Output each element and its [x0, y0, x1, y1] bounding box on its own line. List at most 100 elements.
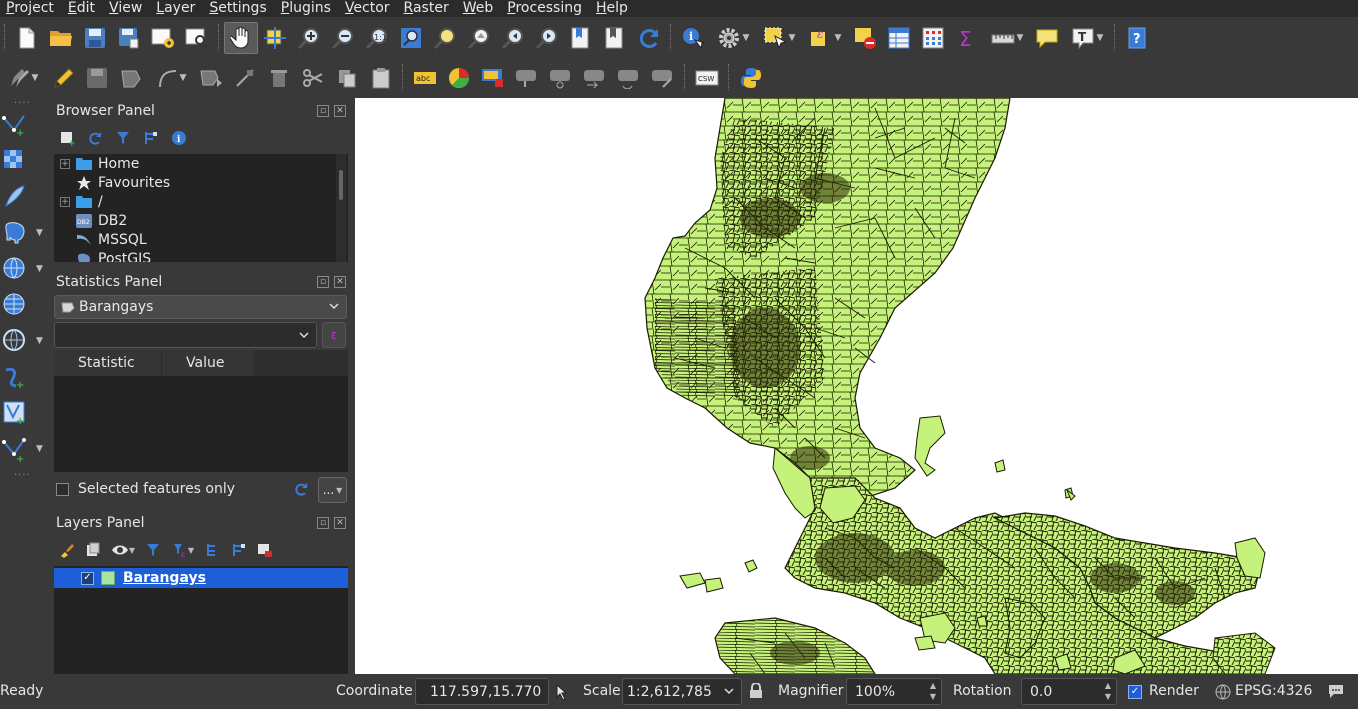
- map-canvas[interactable]: [355, 98, 1358, 674]
- layer-labeling-button[interactable]: abc: [408, 62, 442, 94]
- browser-item-db2[interactable]: DB2 DB2: [54, 211, 348, 230]
- browser-tree[interactable]: + Home Favourites + / DB2 DB2 MSSQL Post…: [54, 154, 348, 262]
- magnifier-field[interactable]: 100% ▲ ▼: [846, 678, 942, 705]
- move-feature-button[interactable]: [194, 62, 228, 94]
- refresh-browser-button[interactable]: [84, 127, 106, 149]
- rotation-field[interactable]: 0.0 ▲ ▼: [1021, 678, 1117, 705]
- menu-vector[interactable]: Vector: [339, 0, 398, 17]
- statistics-layer-combo[interactable]: Barangays: [54, 295, 347, 319]
- select-features-button[interactable]: ▼: [756, 22, 802, 54]
- zoom-in-button[interactable]: [292, 22, 326, 54]
- layer-visibility-checkbox[interactable]: ✓: [81, 571, 94, 585]
- zoom-next-button[interactable]: [530, 22, 564, 54]
- text-annotation-button[interactable]: T ▼: [1064, 22, 1110, 54]
- open-attribute-table-button[interactable]: [882, 22, 916, 54]
- layer-diagram-button[interactable]: [442, 62, 476, 94]
- expand-icon[interactable]: +: [60, 158, 70, 169]
- show-bookmarks-button[interactable]: [598, 22, 632, 54]
- statistics-options-button[interactable]: ... ▼: [318, 477, 347, 503]
- browser-item-root[interactable]: + /: [54, 192, 348, 211]
- menu-project[interactable]: Project: [0, 0, 62, 17]
- enable-properties-button[interactable]: i: [168, 127, 190, 149]
- digitize-curve-button[interactable]: ▼: [148, 62, 194, 94]
- browser-item-mssql[interactable]: MSSQL: [54, 230, 348, 249]
- new-bookmark-button[interactable]: [564, 22, 598, 54]
- magnifier-spinner[interactable]: ▲ ▼: [927, 680, 939, 703]
- menu-layer[interactable]: Layer: [150, 0, 203, 17]
- add-group-button[interactable]: [82, 539, 104, 561]
- select-by-expression-button[interactable]: ε ▼: [802, 22, 848, 54]
- add-postgis-layer-button[interactable]: ▼: [0, 216, 50, 250]
- zoom-full-button[interactable]: [394, 22, 428, 54]
- save-project-button[interactable]: [78, 22, 112, 54]
- save-as-button[interactable]: [112, 22, 146, 54]
- delete-selected-button[interactable]: [262, 62, 296, 94]
- recalculate-button[interactable]: [290, 478, 312, 500]
- zoom-native-button[interactable]: 1:1: [360, 22, 394, 54]
- add-virtual-layer-button[interactable]: +: [0, 360, 50, 394]
- add-selected-layers-button[interactable]: +: [56, 127, 78, 149]
- statistical-summary-button[interactable]: Σ: [950, 22, 984, 54]
- current-edits-button[interactable]: ▼: [0, 62, 46, 94]
- add-raster-layer-button[interactable]: [0, 144, 50, 178]
- highlight-pinned-labels-button[interactable]: [476, 62, 510, 94]
- float-panel-button[interactable]: ▫: [317, 517, 329, 529]
- collapse-all-button[interactable]: [140, 127, 162, 149]
- move-label-button[interactable]: [578, 62, 612, 94]
- identify-button[interactable]: i: [676, 22, 710, 54]
- selected-features-only-row[interactable]: Selected features only: [56, 481, 235, 497]
- expand-all-button[interactable]: [202, 539, 224, 561]
- close-panel-button[interactable]: ✕: [334, 105, 346, 117]
- refresh-button[interactable]: [632, 22, 666, 54]
- toggle-editing-button[interactable]: [46, 62, 80, 94]
- add-wfs-layer-button[interactable]: ▼: [0, 324, 50, 358]
- python-console-button[interactable]: [734, 62, 768, 94]
- zoom-to-layer-button[interactable]: [462, 22, 496, 54]
- browser-item-home[interactable]: + Home: [54, 154, 348, 173]
- pin-unpin-labels-button[interactable]: [510, 62, 544, 94]
- open-layer-styling-button[interactable]: [56, 539, 78, 561]
- menu-raster[interactable]: Raster: [398, 0, 457, 17]
- lock-scale-button[interactable]: [749, 683, 763, 699]
- help-button[interactable]: ?: [1120, 22, 1154, 54]
- messages-button[interactable]: [1327, 683, 1345, 699]
- menu-web[interactable]: Web: [457, 0, 502, 17]
- filter-browser-button[interactable]: [112, 127, 134, 149]
- new-shapefile-layer-button[interactable]: + ▼: [0, 432, 50, 466]
- paste-features-button[interactable]: [364, 62, 398, 94]
- add-spatialite-layer-button[interactable]: [0, 180, 50, 214]
- close-panel-button[interactable]: ✕: [334, 276, 346, 288]
- coordinate-field[interactable]: 117.597,15.770: [415, 678, 549, 705]
- deselect-all-button[interactable]: [848, 22, 882, 54]
- map-tips-button[interactable]: [1030, 22, 1064, 54]
- float-panel-button[interactable]: ▫: [317, 105, 329, 117]
- show-hide-labels-button[interactable]: [544, 62, 578, 94]
- vertex-tool-button[interactable]: [228, 62, 262, 94]
- new-print-layout-button[interactable]: [146, 22, 180, 54]
- pan-to-selection-button[interactable]: [258, 22, 292, 54]
- layers-tree[interactable]: ✓ Barangays: [54, 566, 348, 674]
- open-field-calculator-button[interactable]: [916, 22, 950, 54]
- expand-icon[interactable]: +: [60, 196, 70, 207]
- open-project-button[interactable]: [44, 22, 78, 54]
- rotation-spinner[interactable]: ▲ ▼: [1102, 680, 1114, 703]
- pan-map-button[interactable]: [224, 21, 258, 54]
- zoom-out-button[interactable]: [326, 22, 360, 54]
- save-layer-edits-button[interactable]: [80, 62, 114, 94]
- new-project-button[interactable]: [10, 22, 44, 54]
- filter-by-expression-button[interactable]: ε ▼: [168, 539, 198, 561]
- crs-label[interactable]: EPSG:4326: [1235, 683, 1312, 699]
- browser-scrollbar[interactable]: [336, 154, 346, 262]
- measure-button[interactable]: ▼: [984, 22, 1030, 54]
- run-action-button[interactable]: ▼: [710, 22, 756, 54]
- menu-help[interactable]: Help: [590, 0, 636, 17]
- add-wcs-layer-button[interactable]: [0, 288, 50, 322]
- browser-item-favourites[interactable]: Favourites: [54, 173, 348, 192]
- zoom-last-button[interactable]: [496, 22, 530, 54]
- metasearch-button[interactable]: CSW: [690, 62, 724, 94]
- crs-button[interactable]: [1215, 684, 1231, 700]
- layer-row-barangays[interactable]: ✓ Barangays: [54, 568, 348, 588]
- menu-settings[interactable]: Settings: [203, 0, 274, 17]
- collapse-all-layers-button[interactable]: [228, 539, 250, 561]
- column-header-value[interactable]: Value: [162, 350, 254, 376]
